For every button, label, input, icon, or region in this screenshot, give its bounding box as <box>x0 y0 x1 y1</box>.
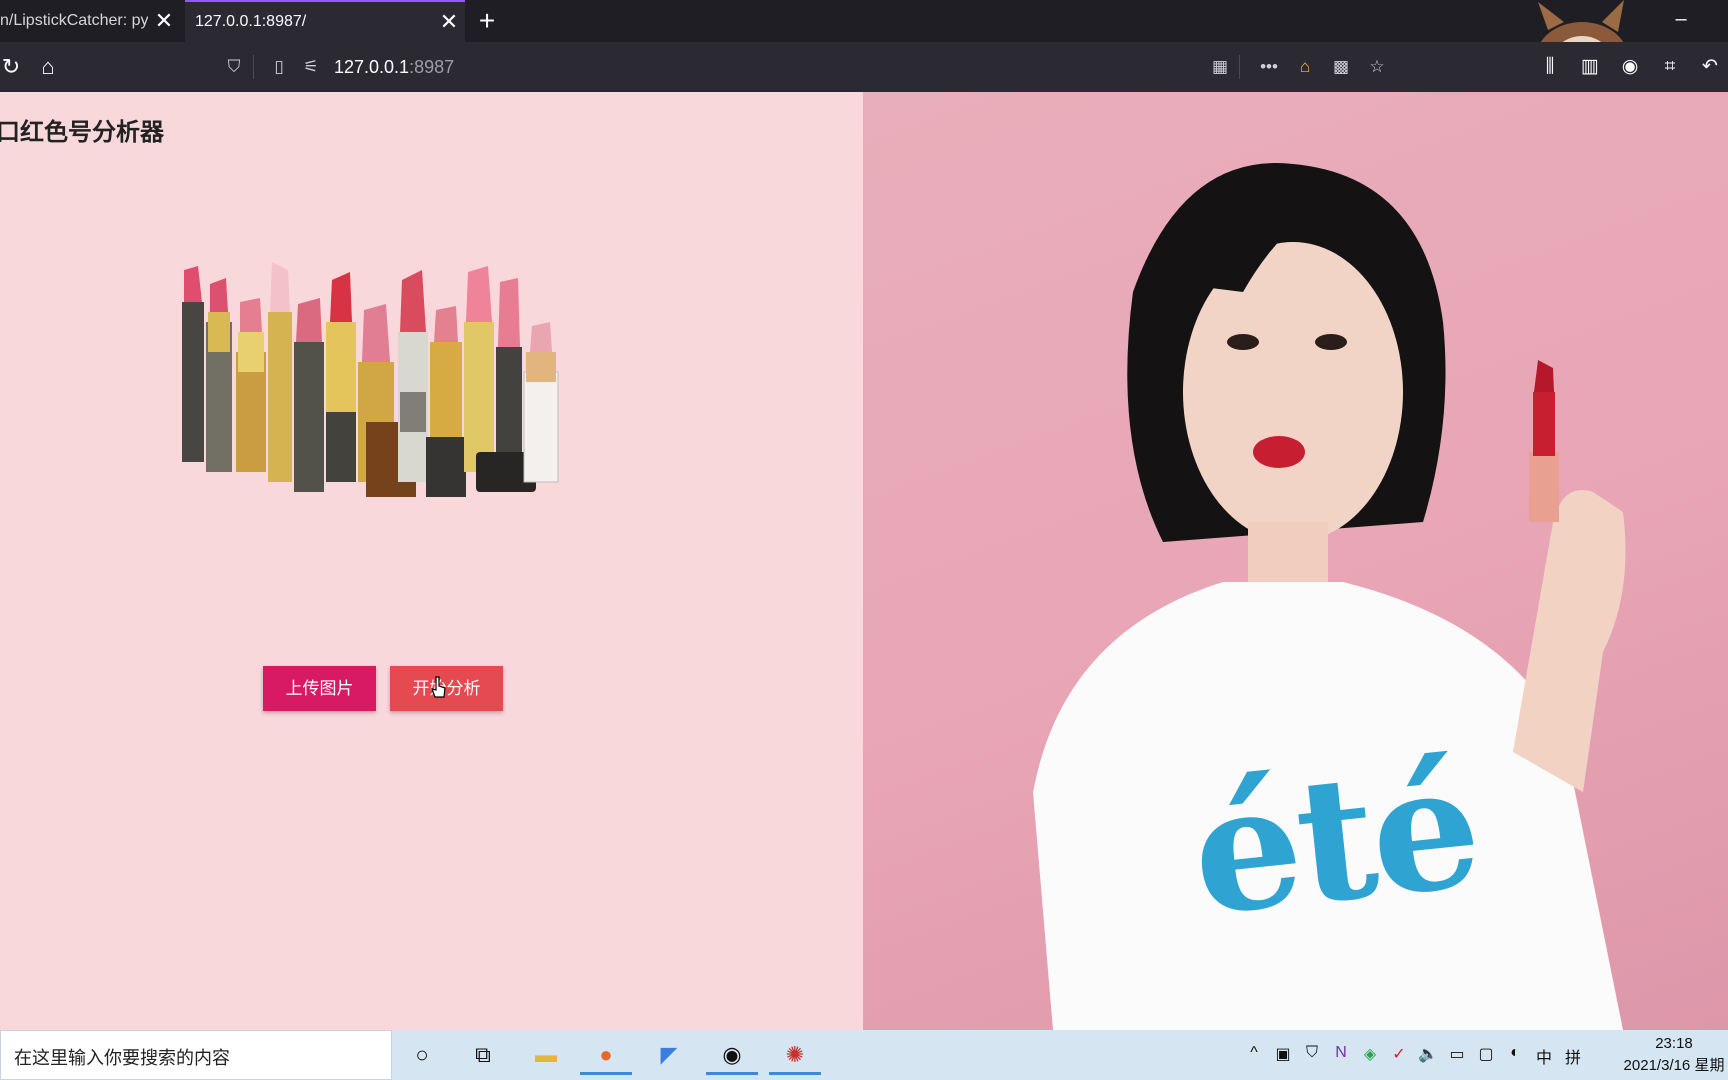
new-tab-button[interactable]: + <box>470 4 504 38</box>
network-icon[interactable]: ▢ <box>1476 1044 1496 1068</box>
upload-image-button[interactable]: 上传图片 <box>263 666 376 711</box>
home-icon[interactable]: ⌂ <box>31 50 65 84</box>
feishu-icon[interactable]: ◤ <box>643 1035 695 1075</box>
tray-sync-icon[interactable]: ◈ <box>1360 1044 1380 1068</box>
page-title: 口红色号分析器 <box>0 119 164 146</box>
url-text[interactable]: 127.0.0.1:8987 <box>334 57 454 78</box>
left-panel: 口红色号分析器 上传图片 开始分析 <box>0 92 863 1030</box>
right-panel: été <box>863 92 1728 1030</box>
shirt-logo-text: été <box>1183 725 1486 955</box>
cortana-icon[interactable]: ○ <box>396 1035 448 1075</box>
tab-title: 127.0.0.1:8987/ <box>195 13 307 30</box>
bookmark-star-icon[interactable]: ☆ <box>1364 54 1390 80</box>
url-port: :8987 <box>409 56 455 77</box>
taskbar-search-input[interactable]: 在这里输入你要搜索的内容 <box>0 1030 392 1080</box>
account-icon[interactable]: ◉ <box>1610 50 1650 84</box>
mouse-pointer-icon <box>431 676 446 698</box>
security-shield-icon[interactable]: ⛉ <box>1302 1044 1322 1068</box>
chevron-up-icon[interactable]: ^ <box>1244 1044 1264 1068</box>
volume-icon[interactable]: 🔈 <box>1418 1044 1438 1068</box>
tab-title: n/LipstickCatcher: py <box>0 12 148 29</box>
web-page: 口红色号分析器 上传图片 开始分析 été <box>0 92 1728 1030</box>
clock[interactable]: 23:18 2021/3/16 星期 <box>1620 1033 1728 1077</box>
search-placeholder: 在这里输入你要搜索的内容 <box>14 1048 230 1068</box>
task-view-icon[interactable]: ⧉ <box>457 1035 509 1075</box>
tab-lipstickcatcher[interactable]: n/LipstickCatcher: py ✕ <box>0 0 180 42</box>
reload-icon[interactable]: ↻ <box>0 50 28 84</box>
undo-icon[interactable]: ↶ <box>1690 50 1728 84</box>
url-bar[interactable]: ⛉ ▯ ⚟ 127.0.0.1:8987 ▦ ••• ⌂ ▩ ☆ <box>215 48 1385 86</box>
tab-strip: n/LipstickCatcher: py ✕ 127.0.0.1:8987/ … <box>0 0 1728 42</box>
reader-view-icon[interactable]: ▥ <box>1570 50 1610 84</box>
close-icon[interactable]: ✕ <box>433 9 465 35</box>
app-icon[interactable]: ✺ <box>769 1035 821 1075</box>
toolbar-right: ⫼ ▥ ◉ ⌗ ↶ <box>1530 50 1728 84</box>
divider <box>1239 55 1240 79</box>
lipstick-illustration <box>182 262 559 497</box>
url-actions: ▦ ••• ⌂ ▩ ☆ <box>1197 48 1390 86</box>
system-tray: ^ ▣ ⛉ N ◈ ✓ 🔈 ▭ ▢ ◐ 中 拼 <box>1244 1044 1583 1068</box>
more-icon[interactable]: ••• <box>1256 54 1282 80</box>
tray-check-icon[interactable]: ✓ <box>1389 1044 1409 1068</box>
nav-bar: ↻ ⌂ ⛉ ▯ ⚟ 127.0.0.1:8987 ▦ ••• ⌂ ▩ ☆ ⫼ ▥… <box>0 42 1728 92</box>
ime-mode[interactable]: 拼 <box>1563 1044 1583 1068</box>
qq-icon[interactable]: ◐ <box>1505 1044 1525 1068</box>
firefox-icon[interactable]: ● <box>580 1035 632 1075</box>
taskbar: 在这里输入你要搜索的内容 ○ ⧉ ▬ ● ◤ ◉ ✺ ^ ▣ ⛉ N ◈ ✓ 🔈… <box>0 1030 1728 1080</box>
tab-localhost[interactable]: 127.0.0.1:8987/ ✕ <box>185 0 465 42</box>
page-icon[interactable]: ▯ <box>266 54 292 80</box>
divider <box>253 55 254 79</box>
clock-date: 2021/3/16 星期 <box>1623 1057 1725 1074</box>
battery-icon[interactable]: ▭ <box>1447 1044 1467 1068</box>
shield-icon[interactable]: ⛉ <box>221 54 247 80</box>
close-icon[interactable]: ✕ <box>148 8 180 34</box>
qr-code-icon[interactable]: ▦ <box>1207 54 1233 80</box>
file-explorer-icon[interactable]: ▬ <box>520 1035 572 1075</box>
ime-language[interactable]: 中 <box>1534 1044 1554 1068</box>
minimize-button[interactable]: – <box>1664 4 1698 38</box>
library-icon[interactable]: ⫼ <box>1530 50 1570 84</box>
tray-app-icon[interactable]: ▣ <box>1273 1044 1293 1068</box>
screenshot-crop-icon[interactable]: ⌗ <box>1650 50 1690 84</box>
grid-icon[interactable]: ▩ <box>1328 54 1354 80</box>
home-extension-icon[interactable]: ⌂ <box>1292 54 1318 80</box>
permissions-icon[interactable]: ⚟ <box>298 54 324 80</box>
url-host: 127.0.0.1 <box>334 56 410 77</box>
onenote-icon[interactable]: N <box>1331 1044 1351 1068</box>
obs-icon[interactable]: ◉ <box>706 1035 758 1075</box>
clock-time: 23:18 <box>1655 1035 1693 1052</box>
